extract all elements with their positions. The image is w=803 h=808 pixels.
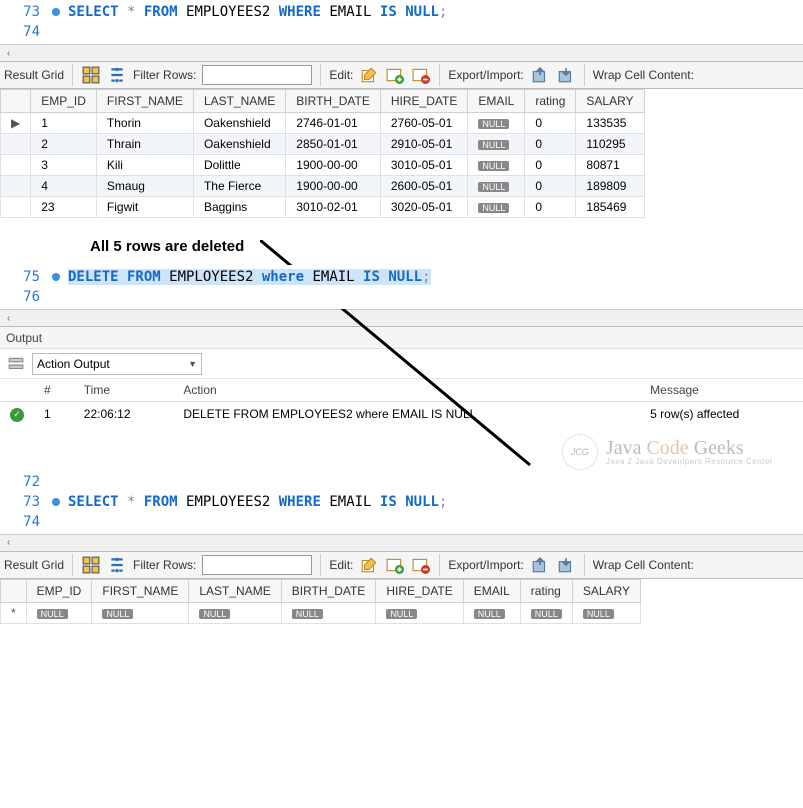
grid-view-icon[interactable] [81, 555, 101, 575]
column-header[interactable]: rating [525, 90, 576, 113]
horizontal-scrollbar[interactable]: ‹ [0, 44, 803, 61]
success-icon: ✓ [10, 408, 24, 422]
wrap-cell-label: Wrap Cell Content: [593, 558, 694, 572]
add-row-icon[interactable] [385, 555, 405, 575]
table-row[interactable]: ▶1ThorinOakenshield2746-01-012760-05-01N… [1, 113, 645, 134]
filter-rows-input[interactable] [202, 65, 312, 85]
scroll-left-icon[interactable]: ‹ [0, 534, 17, 551]
scroll-left-icon[interactable]: ‹ [0, 310, 17, 327]
column-header[interactable]: EMP_ID [26, 579, 92, 602]
result-grid-label: Result Grid [4, 68, 64, 82]
edit-icon[interactable] [359, 555, 379, 575]
column-header[interactable]: SALARY [576, 90, 644, 113]
column-header[interactable]: SALARY [572, 579, 640, 602]
watermark: JCG Java Code Geeks Java 2 Java Develope… [0, 426, 803, 470]
table-row[interactable]: 4SmaugThe Fierce1900-00-002600-05-01NULL… [1, 176, 645, 197]
filter-rows-label: Filter Rows: [133, 68, 196, 82]
output-type-select[interactable]: Action Output ▼ [32, 353, 202, 375]
horizontal-scrollbar[interactable]: ‹ [0, 309, 803, 326]
horizontal-scrollbar[interactable]: ‹ [0, 534, 803, 551]
column-header[interactable]: FIRST_NAME [92, 579, 189, 602]
output-settings-icon[interactable] [6, 354, 26, 374]
delete-row-icon[interactable] [411, 65, 431, 85]
column-header[interactable]: rating [520, 579, 572, 602]
sql-editor-2[interactable]: 75DELETE FROM EMPLOYEES2 where EMAIL IS … [0, 265, 803, 309]
result-toolbar-1: Result Grid Filter Rows: Edit: Export/Im… [0, 61, 803, 89]
output-panel: Output Action Output ▼ #TimeActionMessag… [0, 326, 803, 426]
column-header[interactable]: EMAIL [463, 579, 520, 602]
export-import-label: Export/Import: [448, 68, 523, 82]
column-header[interactable]: EMP_ID [31, 90, 97, 113]
column-header[interactable]: EMAIL [468, 90, 525, 113]
watermark-logo-icon: JCG [562, 434, 598, 470]
column-header[interactable]: HIRE_DATE [380, 90, 467, 113]
output-row[interactable]: ✓122:06:12DELETE FROM EMPLOYEES2 where E… [0, 402, 803, 426]
export-icon[interactable] [530, 65, 550, 85]
table-row[interactable]: 3KiliDolittle1900-00-003010-05-01NULL080… [1, 155, 645, 176]
edit-label: Edit: [329, 558, 353, 572]
column-header[interactable]: LAST_NAME [189, 579, 281, 602]
chevron-down-icon: ▼ [188, 359, 197, 369]
filter-rows-label: Filter Rows: [133, 558, 196, 572]
sql-editor-1[interactable]: 73SELECT * FROM EMPLOYEES2 WHERE EMAIL I… [0, 0, 803, 44]
sql-editor-3[interactable]: 7273SELECT * FROM EMPLOYEES2 WHERE EMAIL… [0, 470, 803, 534]
result-grid-label: Result Grid [4, 558, 64, 572]
scroll-left-icon[interactable]: ‹ [0, 45, 17, 62]
delete-row-icon[interactable] [411, 555, 431, 575]
export-import-label: Export/Import: [448, 558, 523, 572]
import-icon[interactable] [556, 65, 576, 85]
edit-label: Edit: [329, 68, 353, 82]
column-header[interactable]: LAST_NAME [193, 90, 285, 113]
result-toolbar-2: Result Grid Filter Rows: Edit: Export/Im… [0, 551, 803, 579]
table-row[interactable]: 2ThrainOakenshield2850-01-012910-05-01NU… [1, 134, 645, 155]
import-icon[interactable] [556, 555, 576, 575]
wrap-cell-label: Wrap Cell Content: [593, 68, 694, 82]
result-grid-1[interactable]: EMP_IDFIRST_NAMELAST_NAMEBIRTH_DATEHIRE_… [0, 89, 803, 218]
filter-toggle-icon[interactable] [107, 555, 127, 575]
column-header[interactable]: FIRST_NAME [96, 90, 193, 113]
output-log-table[interactable]: #TimeActionMessage✓122:06:12DELETE FROM … [0, 379, 803, 426]
edit-icon[interactable] [359, 65, 379, 85]
column-header[interactable]: BIRTH_DATE [286, 90, 381, 113]
annotation-text: All 5 rows are deleted [0, 218, 803, 265]
filter-rows-input[interactable] [202, 555, 312, 575]
result-grid-2[interactable]: EMP_IDFIRST_NAMELAST_NAMEBIRTH_DATEHIRE_… [0, 579, 803, 624]
column-header[interactable]: HIRE_DATE [376, 579, 463, 602]
column-header[interactable]: BIRTH_DATE [281, 579, 376, 602]
export-icon[interactable] [530, 555, 550, 575]
grid-view-icon[interactable] [81, 65, 101, 85]
table-row[interactable]: 23FigwitBaggins3010-02-013020-05-01NULL0… [1, 197, 645, 218]
filter-toggle-icon[interactable] [107, 65, 127, 85]
table-row[interactable]: *NULLNULLNULLNULLNULLNULLNULLNULL [1, 602, 641, 623]
output-header-label: Output [0, 327, 803, 349]
add-row-icon[interactable] [385, 65, 405, 85]
